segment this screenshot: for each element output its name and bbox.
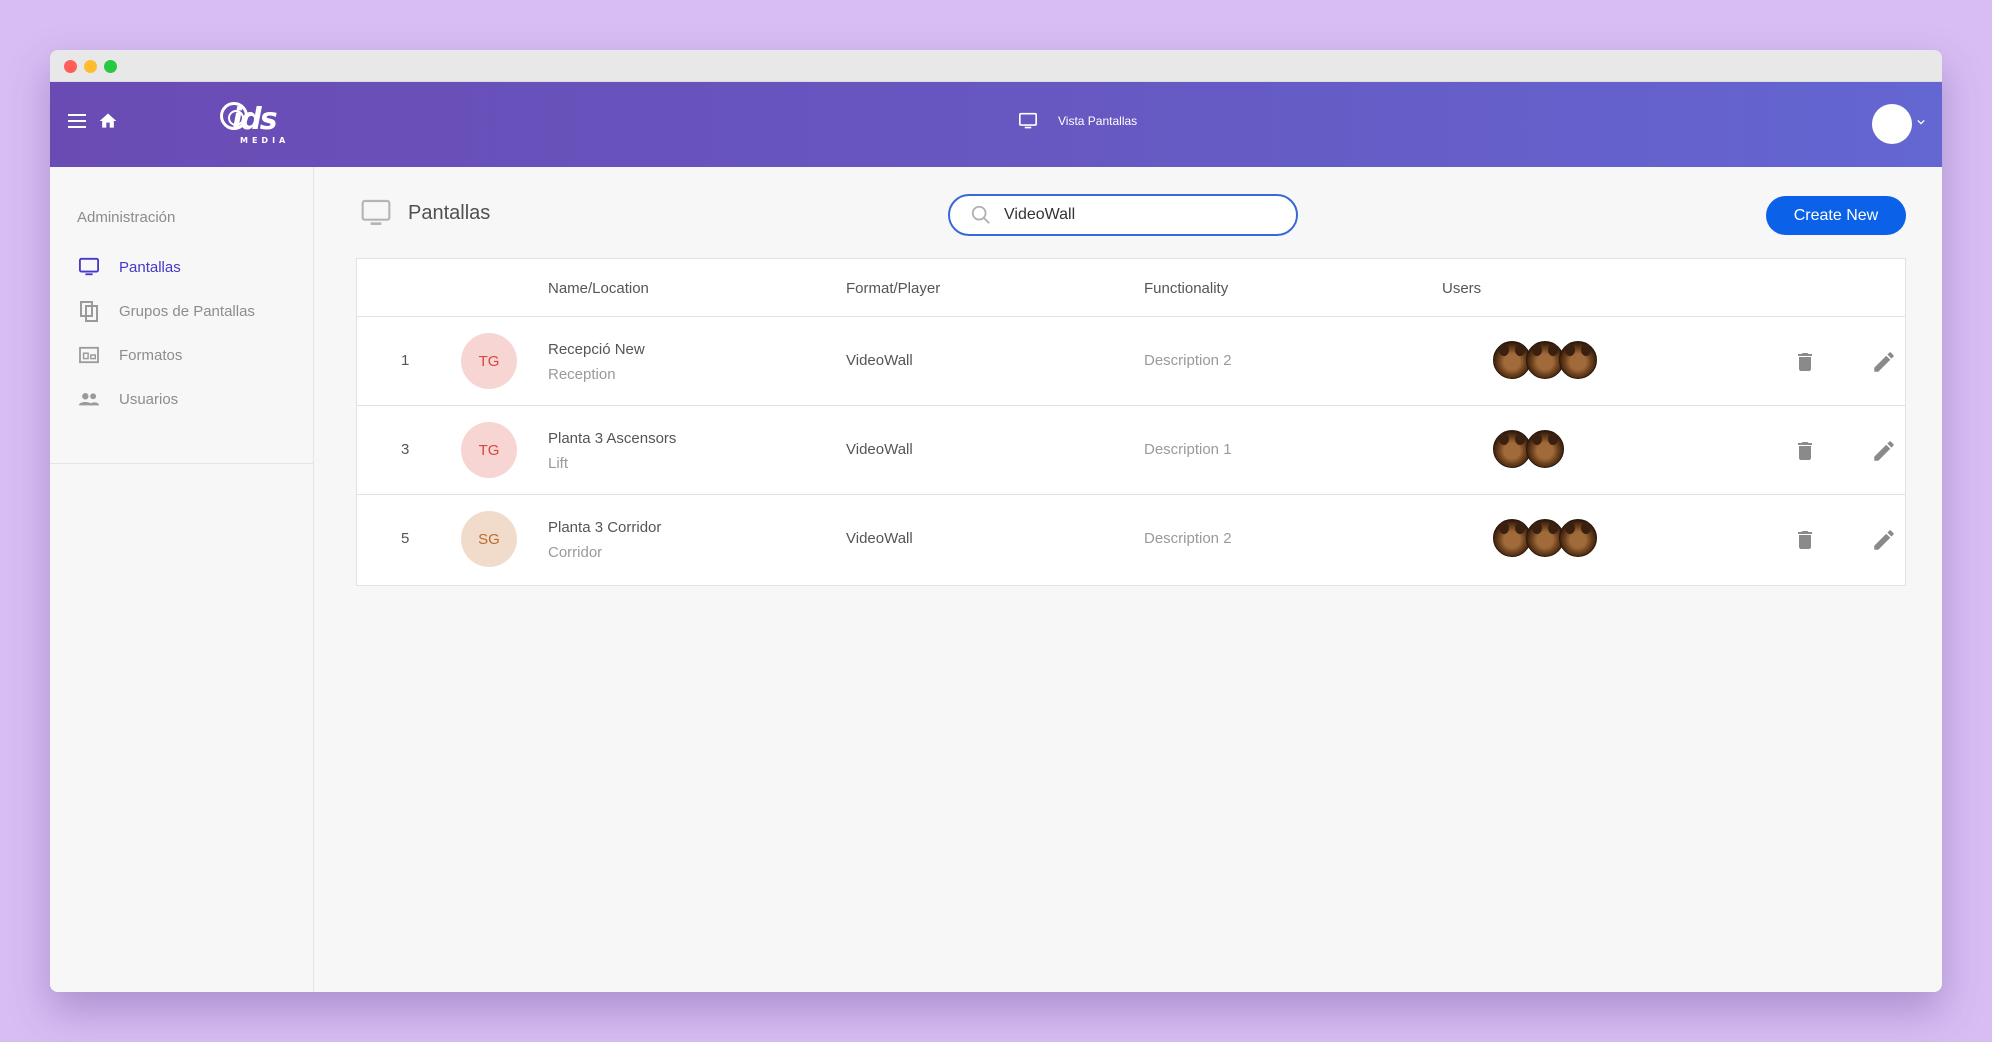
- sidebar-heading: Administración: [77, 209, 176, 226]
- column-header-format: Format/Player: [846, 280, 941, 297]
- formats-icon: [77, 343, 101, 367]
- screen-format: VideoWall: [846, 441, 913, 458]
- trash-icon[interactable]: [1793, 438, 1817, 464]
- initials-badge: TG: [461, 333, 517, 389]
- table-header: Name/Location Format/Player Functionalit…: [357, 259, 1905, 317]
- sidebar-item-label: Usuarios: [119, 390, 179, 408]
- logo-subtext: MEDIA: [240, 136, 290, 145]
- app-window: ids MEDIA Vista Pantallas Administración…: [50, 50, 1942, 992]
- maximize-window-button[interactable]: [104, 60, 117, 73]
- screens-table: Name/Location Format/Player Functionalit…: [356, 258, 1906, 586]
- monitor-icon: [361, 199, 391, 225]
- screen-location: Lift: [548, 455, 569, 472]
- screen-location: Reception: [548, 366, 616, 383]
- screen-name: Planta 3 Corridor: [548, 519, 662, 536]
- sidebar-item-label: Grupos de Pantallas: [119, 302, 255, 320]
- chevron-down-icon[interactable]: [1917, 118, 1925, 126]
- screen-functionality: Description 2: [1144, 352, 1232, 369]
- view-title: Vista Pantallas: [1018, 112, 1137, 130]
- column-header-name: Name/Location: [548, 280, 649, 297]
- pencil-icon[interactable]: [1871, 349, 1897, 375]
- search-input[interactable]: [1004, 206, 1264, 224]
- row-number: 3: [401, 441, 410, 458]
- screen-format: VideoWall: [846, 530, 913, 547]
- sidebar-item-usuarios[interactable]: Usuarios: [77, 387, 178, 411]
- initials-badge: TG: [461, 422, 517, 478]
- column-header-users: Users: [1442, 280, 1482, 297]
- sidebar: Administración Pantallas Grupos de Panta…: [50, 167, 314, 992]
- column-header-functionality: Functionality: [1144, 280, 1229, 297]
- sidebar-item-pantallas[interactable]: Pantallas: [77, 255, 181, 279]
- close-window-button[interactable]: [64, 60, 77, 73]
- row-number: 5: [401, 530, 410, 547]
- window-titlebar: [50, 50, 1942, 82]
- table-row[interactable]: 5 SG Planta 3 Corridor Corridor VideoWal…: [357, 495, 1905, 584]
- user-avatar-thumb[interactable]: [1526, 430, 1564, 468]
- trash-icon[interactable]: [1793, 349, 1817, 375]
- home-icon[interactable]: [98, 111, 118, 131]
- ids-media-logo[interactable]: ids MEDIA: [220, 100, 290, 146]
- user-avatar[interactable]: [1872, 104, 1912, 144]
- screen-name: Recepció New: [548, 341, 645, 358]
- table-row[interactable]: 3 TG Planta 3 Ascensors Lift VideoWall D…: [357, 406, 1905, 495]
- screen-format: VideoWall: [846, 352, 913, 369]
- user-avatar-thumb[interactable]: [1559, 519, 1597, 557]
- table-row[interactable]: 1 TG Recepció New Reception VideoWall De…: [357, 317, 1905, 406]
- monitor-icon: [1019, 112, 1037, 129]
- sidebar-item-label: Pantallas: [119, 258, 181, 276]
- screen-functionality: Description 2: [1144, 530, 1232, 547]
- top-app-bar: ids MEDIA Vista Pantallas: [50, 82, 1942, 167]
- view-title-label: Vista Pantallas: [1058, 114, 1138, 128]
- people-icon: [77, 387, 101, 411]
- pencil-icon[interactable]: [1871, 438, 1897, 464]
- screen-location: Corridor: [548, 544, 603, 561]
- search-box[interactable]: [948, 194, 1298, 236]
- screen-name: Planta 3 Ascensors: [548, 430, 677, 447]
- trash-icon[interactable]: [1793, 527, 1817, 553]
- minimize-window-button[interactable]: [84, 60, 97, 73]
- create-new-button[interactable]: Create New: [1766, 196, 1906, 235]
- pencil-icon[interactable]: [1871, 527, 1897, 553]
- sidebar-divider: [50, 463, 313, 464]
- search-icon: [971, 205, 990, 224]
- row-number: 1: [401, 352, 410, 369]
- sidebar-item-grupos[interactable]: Grupos de Pantallas: [77, 299, 255, 323]
- copy-icon: [77, 299, 101, 323]
- page-header: Pantallas: [360, 198, 490, 228]
- logo-text: ids: [232, 102, 278, 137]
- monitor-icon: [77, 255, 101, 279]
- hamburger-menu-icon[interactable]: [68, 114, 86, 128]
- sidebar-item-formatos[interactable]: Formatos: [77, 343, 182, 367]
- screen-functionality: Description 1: [1144, 441, 1232, 458]
- sidebar-item-label: Formatos: [119, 346, 183, 364]
- page-title: Pantallas: [408, 201, 491, 224]
- user-avatar-thumb[interactable]: [1559, 341, 1597, 379]
- initials-badge: SG: [461, 511, 517, 567]
